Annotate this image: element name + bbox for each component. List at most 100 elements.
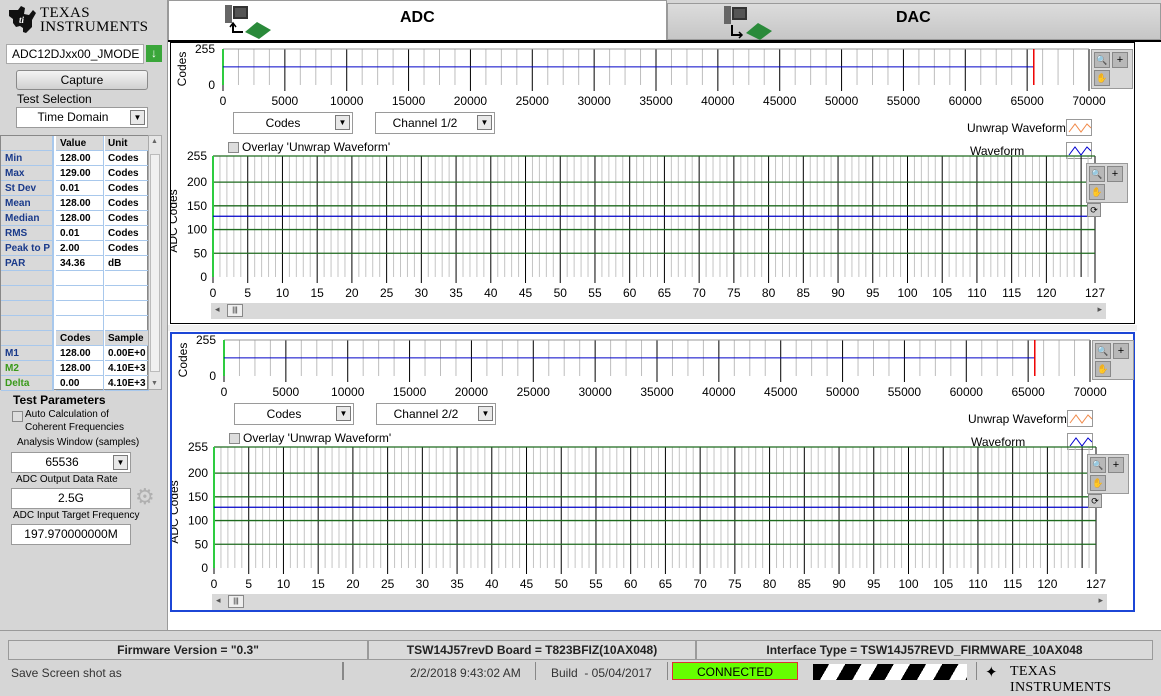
waveform-chart[interactable]: 0 5 10 15 20 25 30 35 40 45 50 55 60 65 70 75 80 85 90 95 10… [172,442,1135,604]
x-tick-label: 70000 [1072,94,1106,108]
channel-dropdown[interactable]: Channel 1/2 ▼ [375,112,495,134]
x-tick-label: 50000 [825,94,859,108]
auto-calc-checkbox[interactable] [12,411,23,422]
x-tick-label: 95 [866,286,880,300]
y-axis-label: Codes [176,343,190,378]
zoom-icon[interactable]: 🔍 [1090,457,1106,473]
table-cell: Codes [105,211,149,226]
x-tick-label: 60 [623,286,637,300]
target-freq-input[interactable]: 197.970000000M [11,524,131,545]
horizontal-scrollbar[interactable]: ◂ ||| ▸ [211,303,1106,319]
table-cell: Codes [105,151,149,166]
scroll-down-icon[interactable]: ▼ [151,380,158,387]
table-header-cell: Codes [56,331,104,346]
gear-icon[interactable]: ⚙ [135,484,155,510]
scroll-right-icon[interactable]: ▸ [1097,304,1102,315]
table-cell: 0.00E+0 [105,346,149,361]
pan-hand-icon[interactable]: ✋ [1090,475,1106,491]
x-tick-label: 50 [554,286,568,300]
x-tick-label: 115 [1002,286,1021,300]
table-cell: 128.00 [56,211,104,226]
y-tick-label: 200 [188,466,208,480]
table-cell [1,286,54,301]
overview-chart[interactable]: 0 5000 10000 15000 20000 25000 30000 35000 40000… [172,334,1135,402]
channel-value: Channel 1/2 [392,116,458,130]
zoom-icon[interactable]: 🔍 [1094,52,1110,68]
graph-palette: 🔍 + ✋ [1091,49,1133,89]
test-parameters-title: Test Parameters [13,393,106,407]
x-tick-label: 120 [1036,286,1056,300]
y-axis-label: ADC Codes [171,189,180,252]
table-header-cell: Sample [105,331,149,346]
cursor-plus-icon[interactable]: + [1108,457,1124,473]
cursor-plus-icon[interactable]: + [1112,52,1128,68]
units-dropdown[interactable]: Codes ▼ [233,112,353,134]
graph-palette: 🔍 + ✋ [1087,454,1129,494]
legend-unwrap-label: Unwrap Waveform [967,121,1066,135]
x-tick-label: 20 [345,286,359,300]
table-header-cell [1,331,54,346]
table-cell: Codes [105,196,149,211]
reset-scale-icon[interactable]: ⟳ [1088,494,1102,508]
table-cell [105,316,149,331]
chevron-down-icon[interactable]: ▼ [477,115,492,130]
chevron-down-icon[interactable]: ▼ [478,406,493,421]
pan-hand-icon[interactable]: ✋ [1094,70,1110,86]
legend-unwrap-label: Unwrap Waveform [968,412,1067,426]
divider [667,662,668,680]
board-info: TSW14J57revD Board = T823BFIZ(10AX048) [368,640,696,660]
scroll-thumb[interactable] [150,154,160,372]
table-cell: Delta [1,376,54,391]
overview-chart[interactable]: 0 5000 10000 15000 20000 25000 30000 35000 40000… [171,43,1134,111]
x-tick-label: 65 [659,577,673,591]
scroll-thumb[interactable]: ||| [228,595,244,608]
chevron-down-icon[interactable]: ▼ [130,110,145,125]
channel-1-panel: 0 5000 10000 15000 20000 25000 30000 35000 40000… [170,42,1135,324]
scroll-left-icon[interactable]: ◂ [216,595,221,606]
x-tick-label: 30000 [577,94,611,108]
save-screenshot-link[interactable]: Save Screen shot as [11,666,122,680]
scroll-left-icon[interactable]: ◂ [215,304,220,315]
reset-scale-icon[interactable]: ⟳ [1087,203,1101,217]
download-icon[interactable]: ↓ [146,45,162,62]
chevron-down-icon[interactable]: ▼ [113,455,128,470]
cursor-plus-icon[interactable]: + [1113,343,1129,359]
zoom-icon[interactable]: 🔍 [1095,343,1111,359]
interface-type: Interface Type = TSW14J57REVD_FIRMWARE_1… [696,640,1153,660]
zoom-icon[interactable]: 🔍 [1089,166,1105,182]
output-rate-input[interactable]: 2.5G [11,488,131,509]
table-cell: 129.00 [56,166,104,181]
right-margin [1137,42,1161,630]
chevron-down-icon[interactable]: ▼ [335,115,350,130]
test-selection-value: Time Domain [37,110,109,124]
units-dropdown[interactable]: Codes ▼ [234,403,354,425]
graph-palette: 🔍 + ✋ [1092,340,1134,380]
analysis-window-dropdown[interactable]: 65536 ▼ [11,452,131,473]
waveform-chart[interactable]: 0 5 10 15 20 25 30 35 40 45 50 55 60 65 70 75 80 85 90 95 10… [171,151,1134,313]
horizontal-scrollbar[interactable]: ◂ ||| ▸ [212,594,1107,610]
pan-hand-icon[interactable]: ✋ [1095,361,1111,377]
tab-dac[interactable]: DAC [667,3,1161,40]
channel-dropdown[interactable]: Channel 2/2 ▼ [376,403,496,425]
table-row: PAR 34.36 dB [1,256,149,271]
scroll-up-icon[interactable]: ▲ [151,138,158,145]
x-tick-label: 30000 [578,385,612,399]
test-selection-dropdown[interactable]: Time Domain ▼ [16,107,148,128]
pan-hand-icon[interactable]: ✋ [1089,184,1105,200]
table-scrollbar[interactable]: ▲ ▼ [148,135,162,390]
device-selector[interactable]: ADC12DJxx00_JMODE [6,44,144,64]
cursor-plus-icon[interactable]: + [1107,166,1123,182]
scroll-right-icon[interactable]: ▸ [1098,595,1103,606]
table-cell: 34.36 [56,256,104,271]
capture-button[interactable]: Capture [16,70,148,90]
tab-adc[interactable]: ADC [168,0,667,40]
scroll-thumb[interactable]: ||| [227,304,243,317]
table-cell [1,316,54,331]
chevron-down-icon[interactable]: ▼ [336,406,351,421]
firmware-version: Firmware Version = "0.3" [8,640,368,660]
target-freq-label: ADC Input Target Frequency [13,510,140,521]
x-tick-label: 80 [763,577,777,591]
x-tick-label: 70 [693,577,707,591]
y-tick-label: 0 [201,561,208,575]
y-tick-label: 50 [195,537,209,551]
